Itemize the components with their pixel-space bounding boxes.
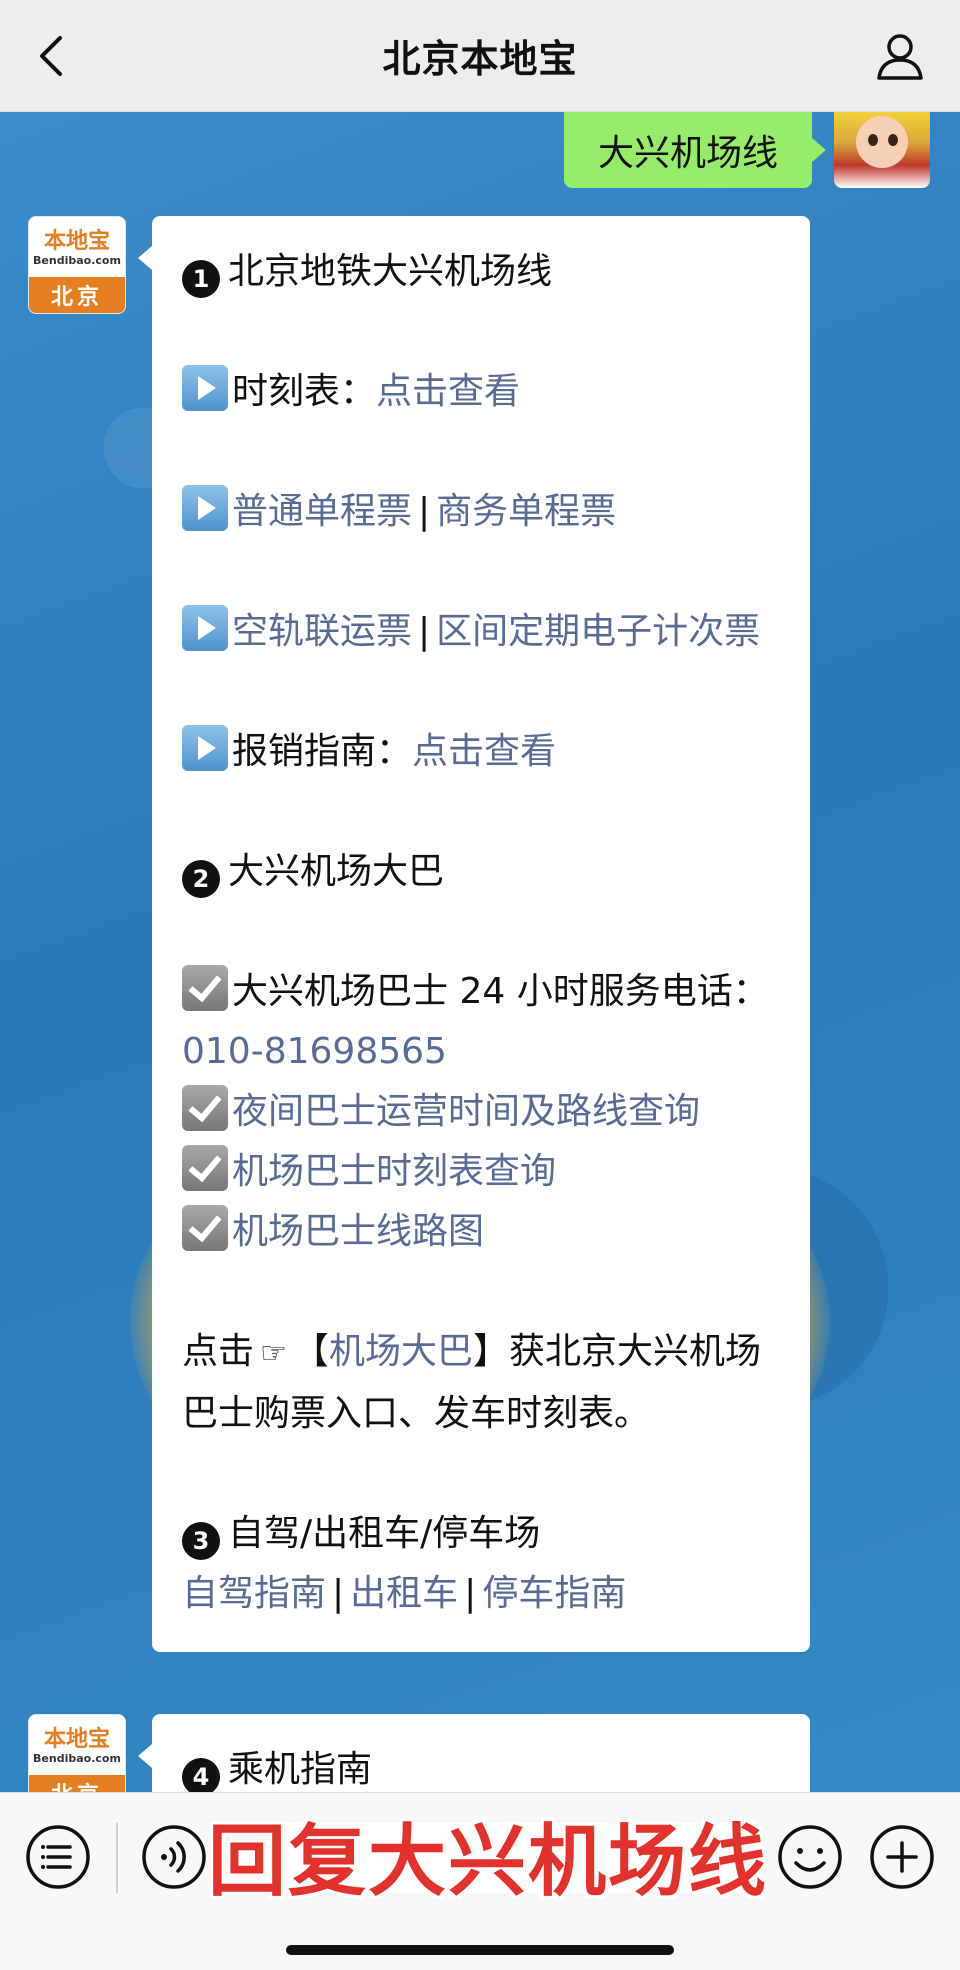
bot-avatar[interactable]: 本地宝 Bendibao.com 北京 [28,216,126,314]
avatar-brand-text: 本地宝 [43,1726,110,1752]
number-badge-icon: 1 [182,260,220,298]
bot-avatar-logo: 本地宝 Bendibao.com [29,1715,125,1777]
phone-number-link[interactable]: 010-81698565 [182,1022,780,1082]
profile-icon[interactable] [874,30,926,82]
play-icon [182,605,228,651]
avatar-eye-right [888,134,898,146]
timetable-row: 时刻表：点击查看 [182,362,780,422]
phone-label: 大兴机场巴士 24 小时服务电话： [232,971,769,1012]
play-icon [182,485,228,531]
bot-avatar[interactable]: 本地宝 Bendibao.com 北京 [28,1714,126,1792]
back-arrow-icon[interactable] [30,32,74,80]
section-title: 自驾/出租车/停车场 [228,1513,541,1554]
avatar-city-label: 北京 [29,1775,125,1792]
bus-map-link[interactable]: 机场巴士线路图 [232,1211,484,1252]
bot-message-bubble: 1 北京地铁大兴机场线 时刻表：点击查看 普通单程票 | 商务单程票 空轨联运票 | 区间… [138,216,810,1652]
toolbar-divider [116,1823,118,1893]
taxi-link[interactable]: 出租车 [350,1573,458,1614]
avatar-brand-text: 本地宝 [43,228,110,254]
section-heading-1: 1 北京地铁大兴机场线 [182,242,780,302]
drive-row: 自驾指南 | 出租车 | 停车指南 [182,1564,780,1624]
play-icon [182,725,228,771]
avatar-eye-left [868,134,878,146]
pointing-hand-icon: ☞ [260,1336,287,1371]
avatar-brand-domain: Bendibao.com [33,1751,121,1765]
avatar-city-label: 北京 [29,277,125,313]
section-title: 乘机指南 [228,1749,373,1790]
user-message-text: 大兴机场线 [597,133,778,174]
reimburse-row: 报销指南：点击查看 [182,722,780,782]
number-badge-icon: 4 [182,1758,220,1792]
click-prefix: 点击 [182,1331,255,1372]
single-ticket-link[interactable]: 普通单程票 [232,491,412,532]
drive-guide-link[interactable]: 自驾指南 [182,1573,326,1614]
business-ticket-link[interactable]: 商务单程票 [436,491,616,532]
night-bus-row: 夜间巴士运营时间及路线查询 [182,1082,780,1142]
section-heading-2: 2 大兴机场大巴 [182,842,780,902]
bracket-close: 】 [472,1331,509,1372]
number-badge-icon: 2 [182,860,220,898]
voice-icon[interactable] [140,1823,208,1891]
checkbox-icon [182,965,228,1011]
emoji-icon[interactable] [776,1823,844,1891]
airport-bus-paragraph: 点击 ☞ 【机场大巴】获北京大兴机场巴士购票入口、发车时刻表。 [182,1322,780,1444]
night-bus-link[interactable]: 夜间巴士运营时间及路线查询 [232,1091,700,1132]
chat-header: 北京本地宝 [0,0,960,112]
air-rail-ticket-link[interactable]: 空轨联运票 [232,611,412,652]
reimburse-label: 报销指南： [232,731,413,772]
number-badge-icon: 3 [182,1522,220,1560]
link-separator: | [464,1573,477,1614]
link-separator: | [418,611,431,652]
bot-message-bubble: 4 乘机指南 [138,1714,810,1792]
link-separator: | [418,491,431,532]
section-heading-3: 3 自驾/出租车/停车场 [182,1504,780,1564]
section-title: 大兴机场大巴 [228,851,445,892]
parking-guide-link[interactable]: 停车指南 [482,1573,626,1614]
user-message-bubble[interactable]: 大兴机场线 [563,112,827,188]
bot-avatar-logo: 本地宝 Bendibao.com [29,217,125,279]
overlay-caption: 回复大兴机场线 [208,1817,769,1907]
checkbox-icon [182,1205,228,1251]
user-avatar[interactable] [834,112,930,188]
bus-timetable-row: 机场巴士时刻表查询 [182,1142,780,1202]
phone-row: 大兴机场巴士 24 小时服务电话： [182,962,780,1022]
bus-map-row: 机场巴士线路图 [182,1202,780,1262]
ticket-row-2: 空轨联运票 | 区间定期电子计次票 [182,602,780,662]
link-separator: | [332,1573,345,1614]
avatar-brand-domain: Bendibao.com [33,253,121,267]
period-ticket-link[interactable]: 区间定期电子计次票 [436,611,760,652]
plus-icon[interactable] [868,1823,936,1891]
page-title: 北京本地宝 [382,37,578,81]
reimburse-link[interactable]: 点击查看 [412,731,556,772]
input-toolbar: 回复大兴机场线 [0,1792,960,1970]
checkbox-icon [182,1085,228,1131]
section-title: 北京地铁大兴机场线 [228,251,553,292]
airport-bus-link[interactable]: 机场大巴 [329,1331,473,1372]
bracket-open: 【 [292,1331,329,1372]
bus-timetable-link[interactable]: 机场巴士时刻表查询 [232,1151,556,1192]
checkbox-icon [182,1145,228,1191]
menu-icon[interactable] [24,1823,92,1891]
section-heading-4: 4 乘机指南 [182,1740,780,1792]
timetable-link[interactable]: 点击查看 [376,371,520,412]
chat-area[interactable]: 大兴机场线 本地宝 Bendibao.com 北京 1 北京地铁大兴机场线 时刻表… [0,112,960,1792]
play-icon [182,365,228,411]
timetable-label: 时刻表： [232,371,377,412]
avatar-face [856,116,908,168]
ticket-row-1: 普通单程票 | 商务单程票 [182,482,780,542]
home-indicator[interactable] [286,1945,674,1955]
